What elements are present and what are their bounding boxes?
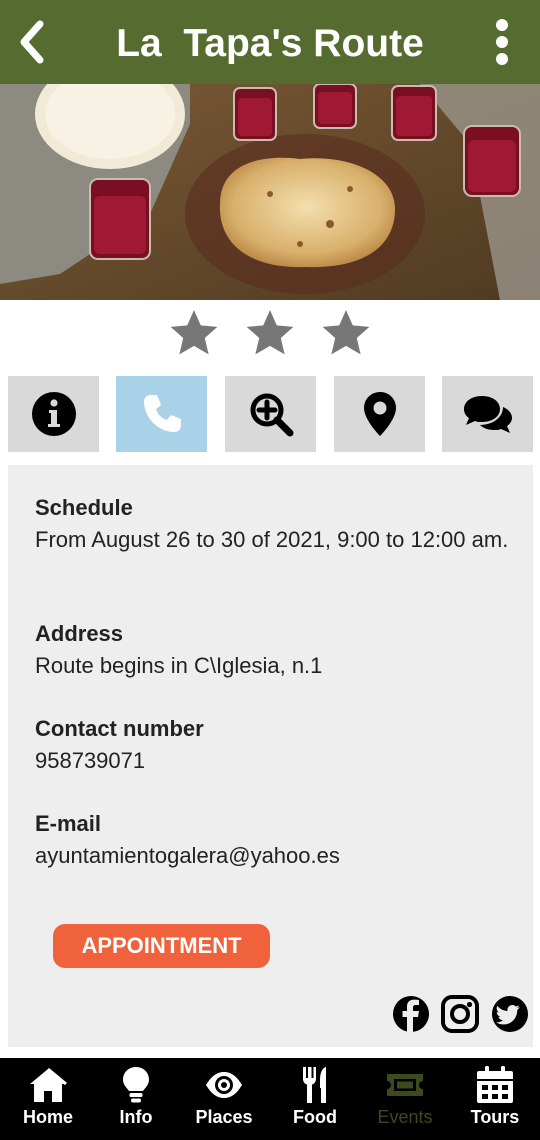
nav-item-food[interactable]: Food bbox=[270, 1058, 360, 1140]
app-header: La Tapa's Route bbox=[0, 0, 540, 84]
address-section: Address Route begins in C\Iglesia, n.1 bbox=[35, 618, 515, 682]
comments-button[interactable] bbox=[442, 376, 533, 452]
nav-item-tours[interactable]: Tours bbox=[450, 1058, 540, 1140]
nav-label-tours: Tours bbox=[470, 1107, 520, 1127]
twitter-icon[interactable] bbox=[491, 995, 529, 1033]
address-label: Address bbox=[35, 621, 124, 646]
star-icon[interactable] bbox=[167, 306, 221, 360]
nav-label-food: Food bbox=[293, 1107, 337, 1127]
zoom-in-button[interactable] bbox=[225, 376, 316, 452]
info-button[interactable] bbox=[8, 376, 99, 452]
details-card: Schedule From August 26 to 30 of 2021, 9… bbox=[8, 465, 533, 1047]
nav-item-places[interactable]: Places bbox=[179, 1058, 269, 1140]
hero-image bbox=[0, 84, 540, 300]
home-icon bbox=[30, 1067, 67, 1102]
more-options-button[interactable] bbox=[488, 18, 516, 66]
email-section: E-mail ayuntamientogalera@yahoo.es bbox=[35, 808, 515, 872]
utensils-icon bbox=[303, 1067, 326, 1103]
contact-section: Contact number 958739071 bbox=[35, 713, 515, 777]
kebab-menu-icon bbox=[496, 19, 508, 65]
phone-button[interactable] bbox=[116, 376, 207, 452]
bottom-nav: Home Info Places Food Events Tours bbox=[0, 1058, 540, 1140]
contact-label: Contact number bbox=[35, 716, 204, 741]
star-icon[interactable] bbox=[319, 306, 373, 360]
zoom-in-icon bbox=[250, 393, 293, 437]
location-button[interactable] bbox=[334, 376, 425, 452]
map-pin-icon bbox=[363, 392, 396, 436]
page-title: La Tapa's Route bbox=[116, 22, 424, 65]
email-value[interactable]: ayuntamientogalera@yahoo.es bbox=[35, 840, 515, 872]
back-button[interactable] bbox=[10, 18, 58, 66]
nav-item-info[interactable]: Info bbox=[91, 1058, 181, 1140]
schedule-label: Schedule bbox=[35, 495, 133, 520]
nav-label-info: Info bbox=[119, 1107, 153, 1127]
action-bar bbox=[8, 376, 533, 452]
schedule-value: From August 26 to 30 of 2021, 9:00 to 12… bbox=[35, 527, 509, 552]
ticket-icon bbox=[387, 1074, 423, 1096]
facebook-icon[interactable] bbox=[392, 995, 430, 1033]
calendar-icon bbox=[477, 1066, 513, 1103]
schedule-section: Schedule From August 26 to 30 of 2021, 9… bbox=[35, 492, 515, 556]
nav-item-home[interactable]: Home bbox=[3, 1058, 93, 1140]
nav-label-events: Events bbox=[377, 1107, 433, 1127]
rating-stars bbox=[0, 306, 540, 360]
appointment-button[interactable]: APPOINTMENT bbox=[53, 924, 270, 968]
info-circle-icon bbox=[31, 392, 76, 436]
nav-label-home: Home bbox=[22, 1107, 73, 1127]
chevron-left-icon bbox=[20, 20, 44, 64]
lightbulb-icon bbox=[123, 1067, 149, 1103]
comments-icon bbox=[463, 396, 512, 433]
contact-value[interactable]: 958739071 bbox=[35, 745, 515, 777]
phone-icon bbox=[143, 395, 181, 433]
instagram-icon[interactable] bbox=[441, 995, 479, 1033]
eye-icon bbox=[206, 1072, 242, 1098]
nav-label-places: Places bbox=[195, 1107, 253, 1127]
star-icon[interactable] bbox=[243, 306, 297, 360]
address-value: Route begins in C\Iglesia, n.1 bbox=[35, 653, 323, 678]
nav-item-events[interactable]: Events bbox=[360, 1058, 450, 1140]
email-label: E-mail bbox=[35, 811, 102, 836]
